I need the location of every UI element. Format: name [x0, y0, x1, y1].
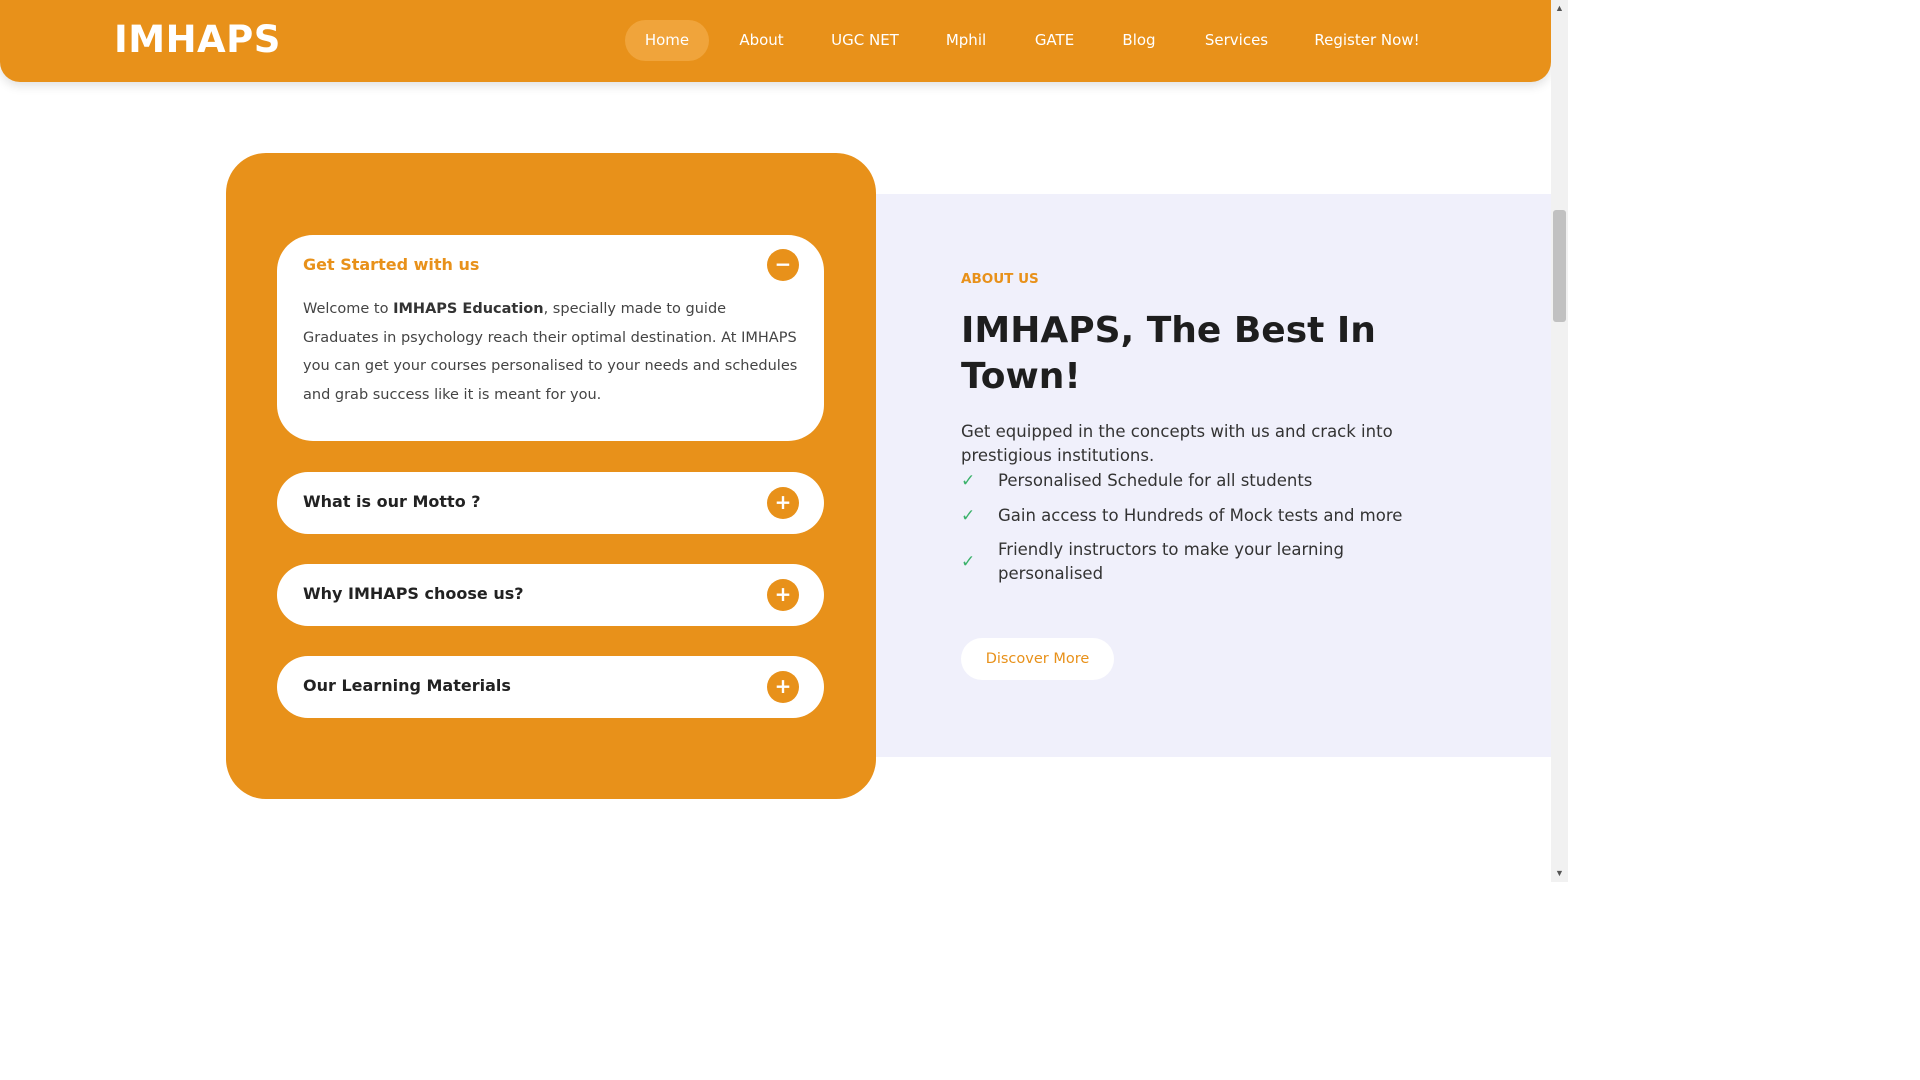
about-heading: IMHAPS, The Best In Town!: [961, 310, 1376, 397]
accordion-item-learning-materials[interactable]: Our Learning Materials +: [277, 656, 824, 718]
check-icon: ✓: [961, 552, 976, 572]
accordion-item-get-started[interactable]: Get Started with us − Welcome to IMHAPS …: [277, 235, 824, 441]
about-description: Get equipped in the concepts with us and…: [961, 422, 1393, 465]
plus-icon[interactable]: +: [767, 579, 799, 611]
check-icon: ✓: [961, 471, 976, 491]
nav-link-mphil[interactable]: Mphil: [937, 20, 995, 61]
nav-link-home[interactable]: Home: [625, 20, 709, 61]
accordion-body-bold: IMHAPS Education: [393, 301, 544, 317]
accordion-item-why-choose[interactable]: Why IMHAPS choose us? +: [277, 564, 824, 626]
nav-link-about[interactable]: About: [730, 20, 793, 61]
nav-link-gate[interactable]: GATE: [1027, 20, 1082, 61]
accordion-body: Welcome to IMHAPS Education, specially m…: [303, 295, 803, 410]
about-eyebrow: ABOUT US: [961, 271, 1039, 287]
plus-icon[interactable]: +: [767, 671, 799, 703]
feature-text: Friendly instructors to make your learni…: [998, 540, 1344, 583]
scroll-down-arrow-icon[interactable]: ▼: [1551, 865, 1568, 882]
discover-more-button[interactable]: Discover More: [961, 638, 1114, 680]
accordion-item-motto[interactable]: What is our Motto ? +: [277, 472, 824, 534]
accordion-title[interactable]: Our Learning Materials: [303, 676, 511, 695]
minus-icon[interactable]: −: [767, 249, 799, 281]
accordion-title[interactable]: Get Started with us: [303, 255, 479, 274]
nav-link-ugc-net[interactable]: UGC NET: [825, 20, 905, 61]
page-scrollbar[interactable]: ▲ ▼: [1551, 0, 1568, 882]
feature-text: Gain access to Hundreds of Mock tests an…: [998, 506, 1403, 525]
scroll-up-arrow-icon[interactable]: ▲: [1551, 0, 1568, 17]
nav-link-services[interactable]: Services: [1196, 20, 1277, 61]
feature-text: Personalised Schedule for all students: [998, 471, 1313, 490]
nav-link-register-now[interactable]: Register Now!: [1308, 20, 1426, 61]
accordion-title[interactable]: Why IMHAPS choose us?: [303, 584, 524, 603]
top-navbar: IMHAPS Home About UGC NET Mphil GATE Blo…: [0, 0, 1551, 82]
accordion-title[interactable]: What is our Motto ?: [303, 492, 481, 511]
scrollbar-thumb[interactable]: [1553, 210, 1566, 322]
accordion-body-prefix: Welcome to: [303, 301, 394, 317]
nav-link-blog[interactable]: Blog: [1113, 20, 1165, 61]
check-icon: ✓: [961, 506, 976, 526]
faq-accordion-panel: Get Started with us − Welcome to IMHAPS …: [226, 153, 876, 799]
plus-icon[interactable]: +: [767, 487, 799, 519]
site-logo[interactable]: IMHAPS: [114, 18, 281, 61]
